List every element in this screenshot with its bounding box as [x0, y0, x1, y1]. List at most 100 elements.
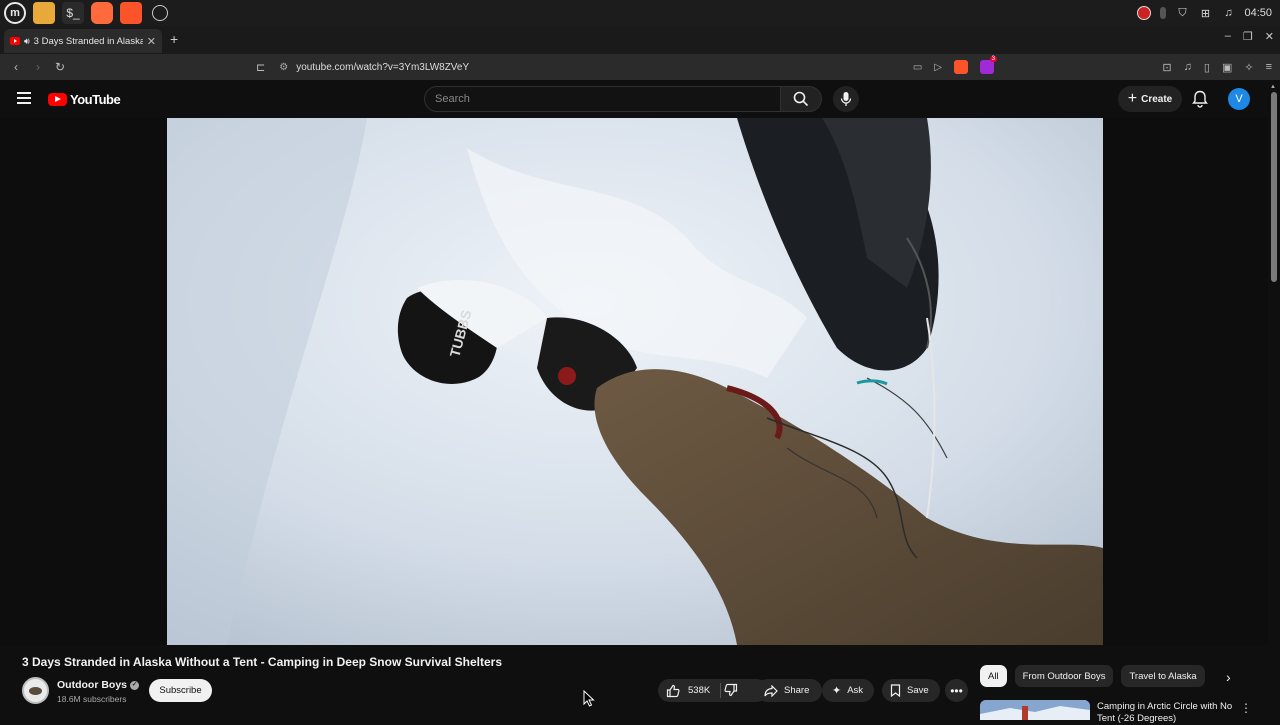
save-label: Save [907, 685, 929, 696]
close-window-icon[interactable]: ✕ [1265, 30, 1274, 43]
forward-icon[interactable]: › [32, 60, 44, 74]
back-icon[interactable]: ‹ [10, 60, 22, 74]
subscribe-button[interactable]: Subscribe [149, 679, 212, 702]
browser-toolbar: ‹ › ↻ ⊏ ⚙ youtube.com/watch?v=3Ym3LW8ZVe… [0, 54, 1280, 80]
recommendation-thumbnail-image [980, 700, 1090, 720]
like-divider [720, 683, 721, 698]
chip-all[interactable]: All [980, 665, 1007, 687]
share-icon [764, 684, 778, 697]
maximize-icon[interactable]: ❐ [1243, 30, 1253, 43]
terminal-app-icon[interactable]: $_ [62, 2, 84, 24]
mint-menu-icon[interactable]: m [4, 2, 26, 24]
channel-name-text[interactable]: Outdoor Boys [57, 679, 127, 691]
sparkle-icon: ✦ [832, 685, 842, 697]
system-tray: ⛉ ⊞ ♫ 04:50 [1137, 0, 1272, 26]
youtube-header: YouTube Search + Create V [0, 80, 1280, 118]
ask-label: Ask [847, 685, 864, 696]
page-scrollbar[interactable]: ▲ [1268, 80, 1280, 720]
voice-search-button[interactable] [833, 86, 859, 112]
leo-icon[interactable]: ✧ [1244, 61, 1253, 74]
toolbar-right: ⊡ ♫ ▯ ▣ ✧ ≡ [1162, 61, 1272, 74]
url-text[interactable]: youtube.com/watch?v=3Ym3LW8ZVeY [296, 62, 469, 73]
like-dislike-group: 538K [658, 679, 768, 702]
rewards-badge: 3 [989, 56, 997, 62]
update-icon[interactable] [1137, 6, 1152, 20]
scrollbar-thumb[interactable] [1271, 92, 1277, 282]
share-label: Share [784, 685, 810, 696]
chip-from-channel[interactable]: From Outdoor Boys [1014, 665, 1114, 687]
brave-shields-icon[interactable] [954, 60, 968, 74]
create-button[interactable]: + Create [1118, 86, 1182, 112]
notifications-button[interactable] [1192, 90, 1208, 113]
brave-rewards-icon[interactable]: 3 [980, 56, 997, 74]
recommendation-thumbnail[interactable] [980, 700, 1090, 720]
address-actions: ▭ ▷ 3 [913, 56, 997, 74]
more-actions-button[interactable]: ••• [945, 679, 968, 702]
recommendation-menu-icon[interactable]: ⋮ [1240, 701, 1252, 715]
brave-app-icon[interactable] [120, 2, 142, 24]
share-button[interactable]: Share [756, 679, 822, 702]
scroll-up-icon[interactable]: ▲ [1270, 84, 1276, 90]
search-icon [793, 91, 809, 107]
media-icon[interactable]: ♫ [1184, 61, 1192, 74]
mouse-cursor-icon [583, 689, 595, 712]
sidebar-icon[interactable]: ▯ [1204, 61, 1210, 74]
search-input[interactable]: Search [424, 86, 781, 112]
screenshot-icon[interactable]: ⊡ [1162, 61, 1171, 74]
channel-name[interactable]: Outdoor Boys ✓ [57, 679, 139, 691]
new-tab-button[interactable]: + [170, 31, 178, 47]
microphone-icon [840, 92, 852, 106]
recommendation-title[interactable]: Camping in Arctic Circle with No Tent (-… [1097, 701, 1237, 725]
youtube-logo[interactable]: YouTube [48, 92, 121, 107]
channel-avatar[interactable] [22, 677, 49, 704]
menu-icon[interactable]: ≡ [1266, 61, 1272, 74]
save-button[interactable]: Save [882, 679, 940, 702]
os-taskbar: m $_ ⛉ ⊞ ♫ 04:50 [0, 0, 1280, 26]
window-controls: – ❐ ✕ [1225, 30, 1274, 43]
toggle-icon[interactable] [1160, 7, 1167, 19]
chip-travel-alaska[interactable]: Travel to Alaska [1121, 665, 1205, 687]
tab-title: 3 Days Stranded in Alaska [33, 35, 143, 47]
network-icon[interactable]: ⊞ [1198, 6, 1212, 20]
browser-tab[interactable]: 🔊︎ 3 Days Stranded in Alaska ✕ [4, 29, 162, 53]
video-frame-image: TUBBS [167, 118, 1103, 645]
youtube-favicon-icon [10, 37, 20, 45]
like-count[interactable]: 538K [688, 685, 710, 696]
video-title: 3 Days Stranded in Alaska Without a Tent… [22, 655, 502, 669]
bookmark-icon[interactable]: ⊏ [256, 61, 265, 74]
search-button[interactable] [780, 86, 822, 112]
minimize-icon[interactable]: – [1225, 30, 1231, 43]
firefox-app-icon[interactable] [91, 2, 113, 24]
more-horizontal-icon: ••• [950, 683, 963, 698]
video-player[interactable]: TUBBS [167, 118, 1103, 645]
youtube-play-icon [48, 93, 67, 106]
site-info-icon[interactable]: ⚙ [279, 62, 288, 73]
create-label: Create [1141, 93, 1173, 105]
send-icon[interactable]: ▷ [934, 62, 942, 73]
verified-icon: ✓ [130, 680, 139, 690]
plus-icon: + [1127, 90, 1138, 107]
sound-icon[interactable]: ♫ [1221, 6, 1235, 20]
tab-strip: 🔊︎ 3 Days Stranded in Alaska ✕ + – ❐ ✕ [0, 26, 1280, 54]
speaker-icon[interactable]: 🔊︎ [24, 36, 30, 47]
thumbs-up-icon[interactable] [666, 684, 680, 698]
chevron-right-icon[interactable]: › [1226, 669, 1231, 685]
thumbs-down-icon[interactable] [724, 683, 738, 697]
shield-icon[interactable]: ⛉ [1175, 6, 1189, 20]
chromium-app-icon[interactable] [152, 5, 168, 21]
subscriber-count: 18.6M subscribers [57, 694, 127, 704]
related-filter-chips: All From Outdoor Boys Travel to Alaska [980, 665, 1205, 687]
close-tab-icon[interactable]: ✕ [147, 35, 156, 48]
clock[interactable]: 04:50 [1244, 7, 1272, 19]
address-bar[interactable]: ⊏ ⚙ youtube.com/watch?v=3Ym3LW8ZVeY ▭ ▷ … [256, 56, 1000, 77]
youtube-logo-text: YouTube [70, 92, 121, 107]
ask-button[interactable]: ✦ Ask [822, 679, 874, 702]
files-app-icon[interactable] [33, 2, 55, 24]
wallet-icon[interactable]: ▣ [1222, 61, 1232, 74]
guide-menu-icon[interactable] [17, 92, 31, 107]
account-avatar[interactable]: V [1228, 88, 1250, 110]
bookmark-save-icon [890, 684, 901, 697]
bell-icon [1192, 90, 1208, 108]
cast-icon[interactable]: ▭ [913, 62, 922, 73]
reload-icon[interactable]: ↻ [54, 60, 66, 74]
